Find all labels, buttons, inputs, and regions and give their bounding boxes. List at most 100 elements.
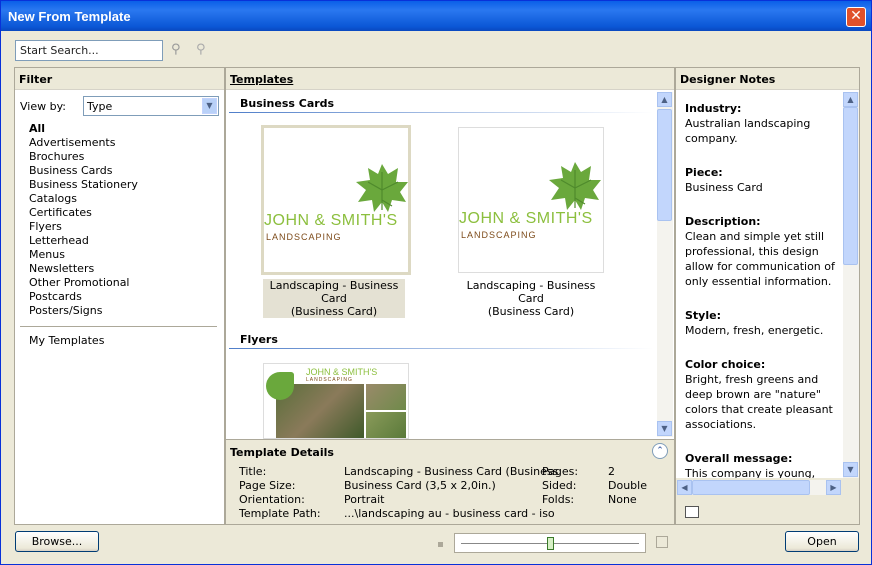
- scroll-thumb[interactable]: [692, 480, 810, 495]
- close-button[interactable]: ✕: [846, 7, 866, 27]
- detail-path-label: Template Path:: [239, 507, 321, 520]
- filter-item-other-promotional[interactable]: Other Promotional: [29, 276, 138, 290]
- card-company-name: JOHN & SMITH'S: [459, 210, 593, 227]
- notes-industry-text: Australian landscaping company.: [685, 117, 811, 145]
- scroll-left-icon[interactable]: ◀: [677, 480, 692, 495]
- collapse-icon[interactable]: ⌃: [652, 443, 668, 459]
- detail-title-label: Title:: [239, 465, 267, 478]
- template-thumbnail-2[interactable]: JOHN & SMITH'S LANDSCAPING: [458, 127, 604, 273]
- flyer-company-subtitle: LANDSCAPING: [306, 377, 353, 383]
- template-caption-1-line1: Landscaping - Business Card: [269, 279, 399, 305]
- detail-orientation-value: Portrait: [344, 493, 385, 506]
- chevron-down-icon[interactable]: ▼: [202, 98, 217, 114]
- scroll-thumb[interactable]: [843, 107, 858, 265]
- notes-style-heading: Style:: [685, 309, 721, 322]
- filter-item-all[interactable]: All: [29, 122, 138, 136]
- flyer-leaf-decoration: [266, 372, 294, 400]
- notes-style-text: Modern, fresh, energetic.: [685, 324, 824, 337]
- detail-pages-label: Pages:: [542, 465, 579, 478]
- print-icon[interactable]: [685, 506, 699, 518]
- template-details-header: Template Details ⌃: [226, 439, 674, 463]
- filter-item-posters-signs[interactable]: Posters/Signs: [29, 304, 138, 318]
- window-title: New From Template: [8, 9, 131, 24]
- templates-scrollbar[interactable]: ▲ ▼: [657, 92, 673, 437]
- scroll-right-icon[interactable]: ▶: [826, 480, 841, 495]
- flyer-thumbnail[interactable]: JOHN & SMITH'S LANDSCAPING: [263, 363, 409, 439]
- scroll-up-icon[interactable]: ▲: [657, 92, 672, 107]
- filter-divider: [20, 326, 217, 327]
- browse-button[interactable]: Browse...: [15, 531, 99, 552]
- filter-item-brochures[interactable]: Brochures: [29, 150, 138, 164]
- detail-folds-label: Folds:: [542, 493, 575, 506]
- template-thumbnail-1[interactable]: JOHN & SMITH'S LANDSCAPING: [261, 125, 411, 275]
- detail-path-value: ...\landscaping au - business card - iso: [344, 507, 555, 520]
- card-company-subtitle: LANDSCAPING: [266, 232, 342, 242]
- open-button[interactable]: Open: [785, 531, 859, 552]
- notes-piece-text: Business Card: [685, 181, 763, 194]
- notes-scrollbar-h[interactable]: ◀ ▶: [677, 480, 841, 495]
- filter-list: All Advertisements Brochures Business Ca…: [29, 122, 138, 318]
- scroll-up-icon[interactable]: ▲: [843, 92, 858, 107]
- detail-title-value: Landscaping - Business Card (Business: [344, 465, 559, 478]
- notes-scrollbar-v[interactable]: ▲ ▼: [843, 92, 859, 478]
- filter-item-newsletters[interactable]: Newsletters: [29, 262, 138, 276]
- card-company-name: JOHN & SMITH'S: [264, 212, 398, 229]
- zoom-slider[interactable]: [454, 533, 646, 553]
- notes-color-text: Bright, fresh greens and deep brown are …: [685, 373, 833, 431]
- view-by-label: View by:: [20, 100, 66, 113]
- scroll-down-icon[interactable]: ▼: [843, 462, 858, 477]
- search-icon[interactable]: ⚲: [171, 42, 187, 58]
- scroll-thumb[interactable]: [657, 109, 672, 221]
- detail-pagesize-label: Page Size:: [239, 479, 296, 492]
- filter-item-advertisements[interactable]: Advertisements: [29, 136, 138, 150]
- scroll-down-icon[interactable]: ▼: [657, 421, 672, 436]
- notes-description-text: Clean and simple yet still professional,…: [685, 230, 835, 288]
- notes-piece-heading: Piece:: [685, 166, 723, 179]
- template-caption-2[interactable]: Landscaping - Business Card (Business Ca…: [458, 279, 604, 318]
- flyer-photo-small-1: [366, 384, 406, 410]
- notes-message-heading: Overall message:: [685, 452, 793, 465]
- designer-notes-header: Designer Notes: [676, 68, 859, 90]
- notes-description-heading: Description:: [685, 215, 761, 228]
- zoom-slider-thumb[interactable]: [547, 537, 554, 550]
- search-input[interactable]: Start Search...: [15, 40, 163, 61]
- zoom-out-icon[interactable]: [438, 542, 443, 547]
- templates-header-label: Templates: [230, 73, 294, 86]
- card-company-subtitle: LANDSCAPING: [461, 230, 537, 240]
- detail-sided-value: Double: [608, 479, 647, 492]
- notes-industry-heading: Industry:: [685, 102, 742, 115]
- template-caption-1-line2: (Business Card): [290, 305, 378, 318]
- view-by-value: Type: [87, 100, 113, 113]
- advanced-search-icon[interactable]: ⚲: [196, 42, 212, 58]
- leaf-icon: [549, 162, 601, 210]
- template-caption-2-line2: (Business Card): [487, 305, 575, 318]
- filter-item-flyers[interactable]: Flyers: [29, 220, 138, 234]
- section-title-flyers: Flyers: [240, 333, 278, 346]
- new-from-template-dialog: New From Template ✕ Start Search... ⚲ ⚲ …: [0, 0, 872, 565]
- section-divider: [229, 112, 653, 113]
- template-caption-1[interactable]: Landscaping - Business Card (Business Ca…: [263, 279, 405, 318]
- filter-item-catalogs[interactable]: Catalogs: [29, 192, 138, 206]
- leaf-icon: [356, 164, 408, 212]
- filter-item-certificates[interactable]: Certificates: [29, 206, 138, 220]
- detail-folds-value: None: [608, 493, 637, 506]
- filter-item-my-templates[interactable]: My Templates: [29, 334, 104, 347]
- filter-item-business-cards[interactable]: Business Cards: [29, 164, 138, 178]
- detail-orientation-label: Orientation:: [239, 493, 305, 506]
- title-bar: New From Template ✕: [1, 1, 871, 31]
- filter-item-postcards[interactable]: Postcards: [29, 290, 138, 304]
- templates-header: Templates: [226, 68, 674, 90]
- filter-item-letterhead[interactable]: Letterhead: [29, 234, 138, 248]
- view-by-select[interactable]: Type ▼: [83, 96, 219, 116]
- notes-color-heading: Color choice:: [685, 358, 766, 371]
- close-icon: ✕: [850, 8, 862, 24]
- detail-pages-value: 2: [608, 465, 615, 478]
- designer-notes-content: Industry: Australian landscaping company…: [685, 101, 847, 515]
- flyer-company-name: JOHN & SMITH'S: [306, 367, 378, 377]
- filter-item-business-stationery[interactable]: Business Stationery: [29, 178, 138, 192]
- filter-header: Filter: [15, 68, 224, 90]
- detail-pagesize-value: Business Card (3,5 x 2,0in.): [344, 479, 496, 492]
- zoom-in-icon[interactable]: [656, 536, 668, 548]
- flyer-photo-small-2: [366, 412, 406, 438]
- filter-item-menus[interactable]: Menus: [29, 248, 138, 262]
